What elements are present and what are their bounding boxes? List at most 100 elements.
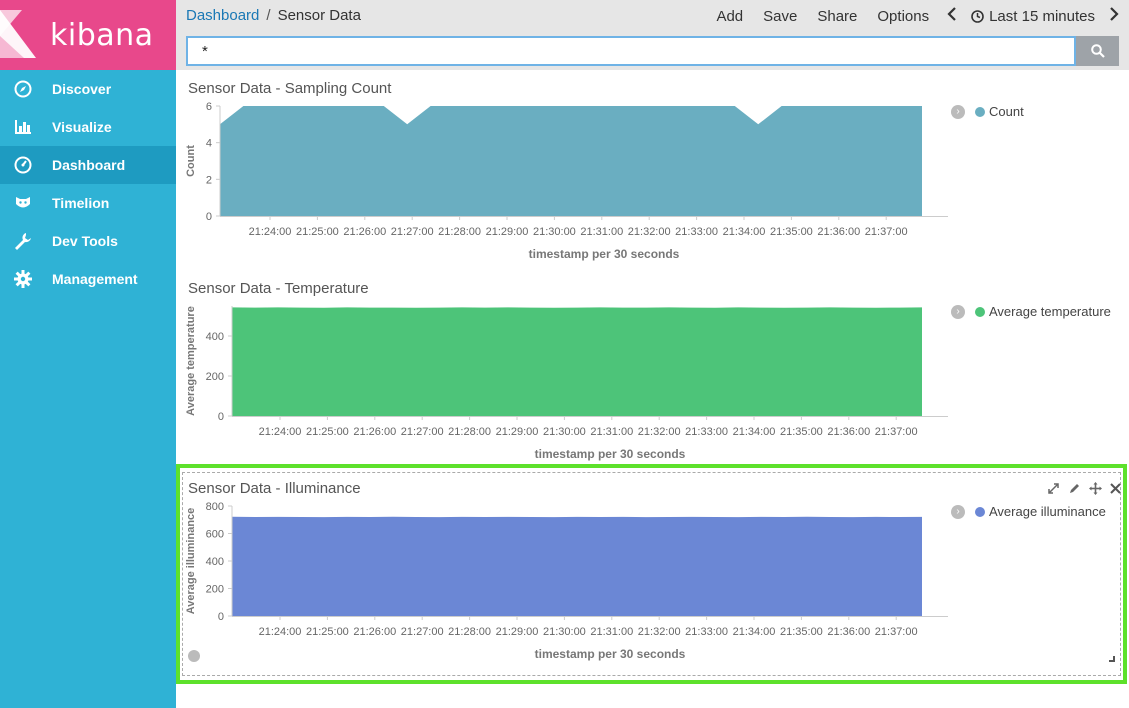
- temperature-chart: 0 200 400 21:24:00 21:25:00 21:26:00 21:27:00 2…: [185, 306, 948, 461]
- chart-legend: › Average temperature: [951, 304, 1111, 319]
- x-tick-label: 21:31:00: [580, 226, 623, 238]
- y-axis-label: Average temperature: [185, 306, 197, 416]
- timelion-icon: [12, 192, 34, 214]
- x-tick-label: 21:36:00: [827, 626, 870, 638]
- x-tick-label: 21:32:00: [628, 226, 671, 238]
- sidebar-item-label: Timelion: [52, 195, 110, 211]
- kibana-app: kibana Discover Visualize Dashboard Time…: [0, 0, 1129, 708]
- share-button[interactable]: Share: [817, 8, 857, 25]
- search-input[interactable]: [186, 36, 1076, 66]
- time-picker[interactable]: Last 15 minutes: [971, 8, 1095, 25]
- x-tick-label: 21:34:00: [723, 226, 766, 238]
- x-tick-label: 21:28:00: [448, 626, 491, 638]
- x-tick-label: 21:26:00: [353, 626, 396, 638]
- time-forward-chevron-icon[interactable]: [1109, 7, 1119, 26]
- x-tick-label: 21:30:00: [543, 626, 586, 638]
- x-tick-label: 21:37:00: [875, 626, 918, 638]
- sidebar-item-visualize[interactable]: Visualize: [0, 108, 176, 146]
- x-tick-label: 21:35:00: [780, 626, 823, 638]
- legend-label[interactable]: Average illuminance: [989, 504, 1106, 519]
- x-tick-label: 21:33:00: [685, 426, 728, 438]
- panel-actions: [1039, 482, 1121, 495]
- y-tick-label: 2: [206, 174, 212, 186]
- add-button[interactable]: Add: [716, 8, 743, 25]
- x-tick-label: 21:26:00: [353, 426, 396, 438]
- series-area[interactable]: [220, 106, 922, 216]
- legend-toggle-icon[interactable]: ›: [951, 104, 965, 119]
- kibana-logo[interactable]: kibana: [0, 0, 176, 70]
- legend-swatch: [975, 506, 985, 517]
- legend-toggle-icon[interactable]: ›: [951, 504, 965, 519]
- query-bar: [186, 36, 1119, 66]
- legend-toggle-icon[interactable]: ›: [951, 304, 965, 319]
- y-tick-label: 200: [206, 371, 224, 383]
- x-tick-label: 21:33:00: [675, 226, 718, 238]
- x-tick-label: 21:36:00: [827, 426, 870, 438]
- sidebar-item-label: Visualize: [52, 119, 112, 135]
- x-tick-label: 21:30:00: [543, 426, 586, 438]
- x-tick-label: 21:24:00: [259, 626, 302, 638]
- legend-label[interactable]: Count: [989, 104, 1024, 119]
- bar-chart-icon: [12, 116, 34, 138]
- compass-icon: [12, 78, 34, 100]
- sidebar-item-management[interactable]: Management: [0, 260, 176, 298]
- sidebar-item-dev-tools[interactable]: Dev Tools: [0, 222, 176, 260]
- x-tick-label: 21:32:00: [638, 626, 681, 638]
- chart-legend: › Average illuminance: [951, 504, 1106, 519]
- panel-toggle-icon[interactable]: [188, 650, 200, 662]
- y-tick-label: 400: [206, 556, 224, 568]
- sidebar-item-timelion[interactable]: Timelion: [0, 184, 176, 222]
- x-tick-label: 21:31:00: [590, 626, 633, 638]
- x-tick-label: 21:36:00: [817, 226, 860, 238]
- x-tick-label: 21:27:00: [391, 226, 434, 238]
- resize-handle[interactable]: [1109, 656, 1115, 662]
- breadcrumb: Dashboard / Sensor Data: [186, 7, 361, 24]
- x-tick-label: 21:28:00: [438, 226, 481, 238]
- edit-pencil-icon[interactable]: [1068, 482, 1081, 495]
- y-tick-label: 600: [206, 529, 224, 541]
- series-area[interactable]: [232, 307, 922, 416]
- breadcrumb-current: Sensor Data: [277, 7, 361, 24]
- x-tick-label: 21:37:00: [875, 426, 918, 438]
- sidebar-item-dashboard[interactable]: Dashboard: [0, 146, 176, 184]
- series-area[interactable]: [232, 516, 922, 616]
- close-icon[interactable]: [1110, 483, 1121, 494]
- breadcrumb-dashboard-link[interactable]: Dashboard: [186, 7, 259, 24]
- app-name: kibana: [50, 17, 154, 53]
- panel-sampling-count: Sensor Data - Sampling Count 0 2 4 6 21:24:0…: [178, 72, 1129, 272]
- x-tick-label: 21:33:00: [685, 626, 728, 638]
- top-nav: Dashboard / Sensor Data Add Save Share O…: [176, 0, 1129, 70]
- y-tick-label: 6: [206, 101, 212, 113]
- move-icon[interactable]: [1089, 482, 1102, 495]
- x-tick-label: 21:24:00: [259, 426, 302, 438]
- x-tick-label: 21:25:00: [296, 226, 339, 238]
- wrench-icon: [12, 230, 34, 252]
- sampling-count-chart: 0 2 4 6 21:24:00 21:25:00 21:26:00 21:27:00 21:2…: [185, 101, 948, 261]
- legend-swatch: [975, 306, 985, 317]
- x-tick-label: 21:37:00: [865, 226, 908, 238]
- legend-label[interactable]: Average temperature: [989, 304, 1111, 319]
- y-axis-label: Average illuminance: [185, 508, 197, 615]
- x-axis-label: timestamp per 30 seconds: [535, 447, 686, 461]
- kibana-logo-icon: [0, 0, 44, 70]
- x-tick-label: 21:31:00: [590, 426, 633, 438]
- x-axis-label: timestamp per 30 seconds: [535, 647, 686, 661]
- sidebar-item-discover[interactable]: Discover: [0, 70, 176, 108]
- y-tick-label: 200: [206, 584, 224, 596]
- y-tick-label: 0: [206, 211, 212, 223]
- options-button[interactable]: Options: [877, 8, 929, 25]
- x-tick-label: 21:29:00: [486, 226, 529, 238]
- expand-icon[interactable]: [1047, 482, 1060, 495]
- time-back-chevron-icon[interactable]: [947, 7, 957, 26]
- x-tick-label: 21:27:00: [401, 626, 444, 638]
- sidebar-item-label: Dev Tools: [52, 233, 118, 249]
- save-button[interactable]: Save: [763, 8, 797, 25]
- time-range-label: Last 15 minutes: [989, 8, 1095, 25]
- y-tick-label: 4: [206, 138, 212, 150]
- x-tick-label: 21:35:00: [780, 426, 823, 438]
- panel-temperature: Sensor Data - Temperature 0 200 400 21:24:0…: [178, 272, 1129, 472]
- search-button[interactable]: [1076, 36, 1119, 66]
- chart-legend: › Count: [951, 104, 1024, 119]
- clock-icon: [971, 10, 984, 23]
- x-tick-label: 21:35:00: [770, 226, 813, 238]
